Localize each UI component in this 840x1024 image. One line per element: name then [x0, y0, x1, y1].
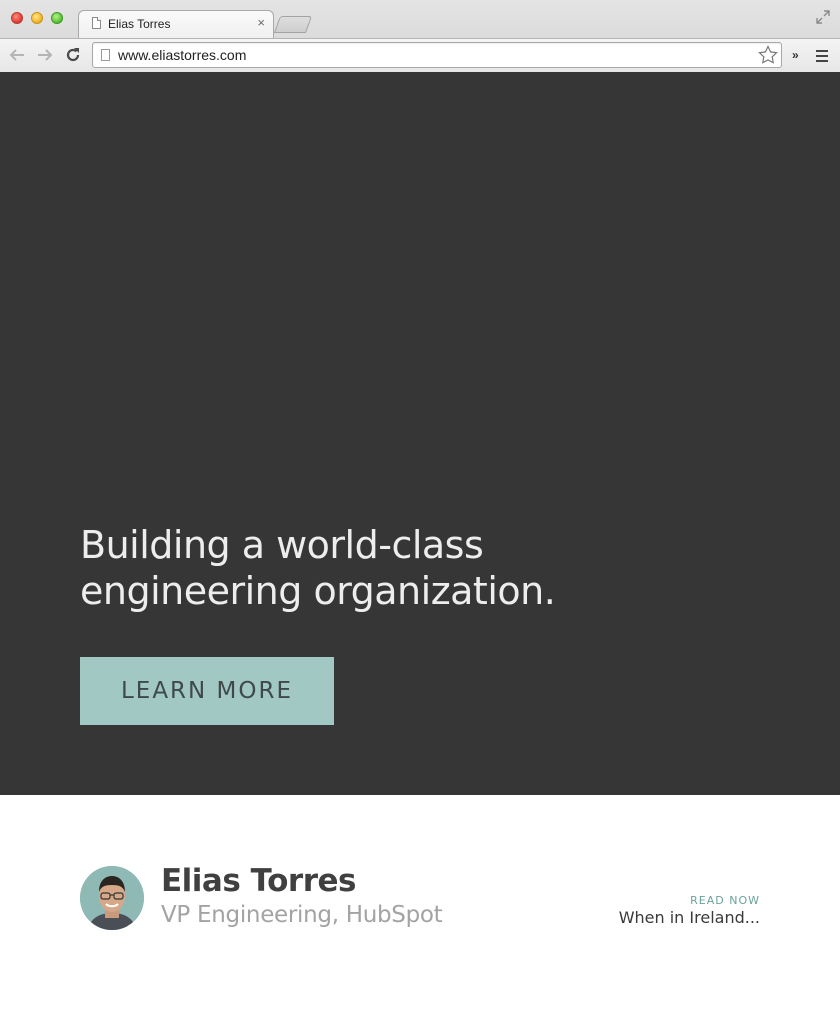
address-bar[interactable]: [92, 42, 782, 68]
page-icon: [101, 49, 110, 61]
window-minimize-button[interactable]: [31, 12, 43, 24]
window-close-button[interactable]: [11, 12, 23, 24]
learn-more-button[interactable]: LEARN MORE: [80, 657, 334, 725]
hero-title: Building a world-class engineering organ…: [80, 522, 700, 614]
author-name[interactable]: Elias Torres: [161, 863, 356, 899]
browser-toolbar: »: [0, 38, 840, 73]
author-avatar[interactable]: [80, 866, 144, 930]
hero-title-line-2: engineering organization.: [80, 569, 556, 613]
featured-post-link[interactable]: When in Ireland...: [619, 908, 760, 927]
reload-icon: [66, 48, 80, 62]
fullscreen-icon[interactable]: [816, 10, 830, 24]
forward-button[interactable]: [35, 45, 55, 65]
reload-button[interactable]: [63, 45, 83, 65]
url-input[interactable]: [118, 46, 738, 64]
hamburger-menu-icon[interactable]: [816, 50, 828, 65]
browser-tab[interactable]: Elias Torres ×: [78, 10, 274, 38]
back-button[interactable]: [7, 45, 27, 65]
extensions-overflow-button[interactable]: »: [792, 48, 799, 62]
read-now-label: READ NOW: [690, 894, 760, 907]
author-bar: Elias Torres VP Engineering, HubSpot REA…: [0, 795, 840, 1024]
hero-title-line-1: Building a world-class: [80, 523, 484, 567]
page-icon: [92, 17, 101, 29]
tab-close-icon[interactable]: ×: [257, 15, 265, 30]
arrow-left-icon: [9, 49, 24, 61]
window-zoom-button[interactable]: [51, 12, 63, 24]
browser-chrome: Elias Torres × www.eliastorres.com »: [0, 0, 840, 73]
tab-title: Elias Torres: [108, 17, 171, 31]
arrow-right-icon: [38, 49, 53, 61]
hero-section: Building a world-class engineering organ…: [0, 72, 840, 795]
author-role: VP Engineering, HubSpot: [161, 902, 443, 928]
bookmark-star-icon[interactable]: [757, 44, 779, 66]
new-tab-button[interactable]: [273, 16, 313, 33]
